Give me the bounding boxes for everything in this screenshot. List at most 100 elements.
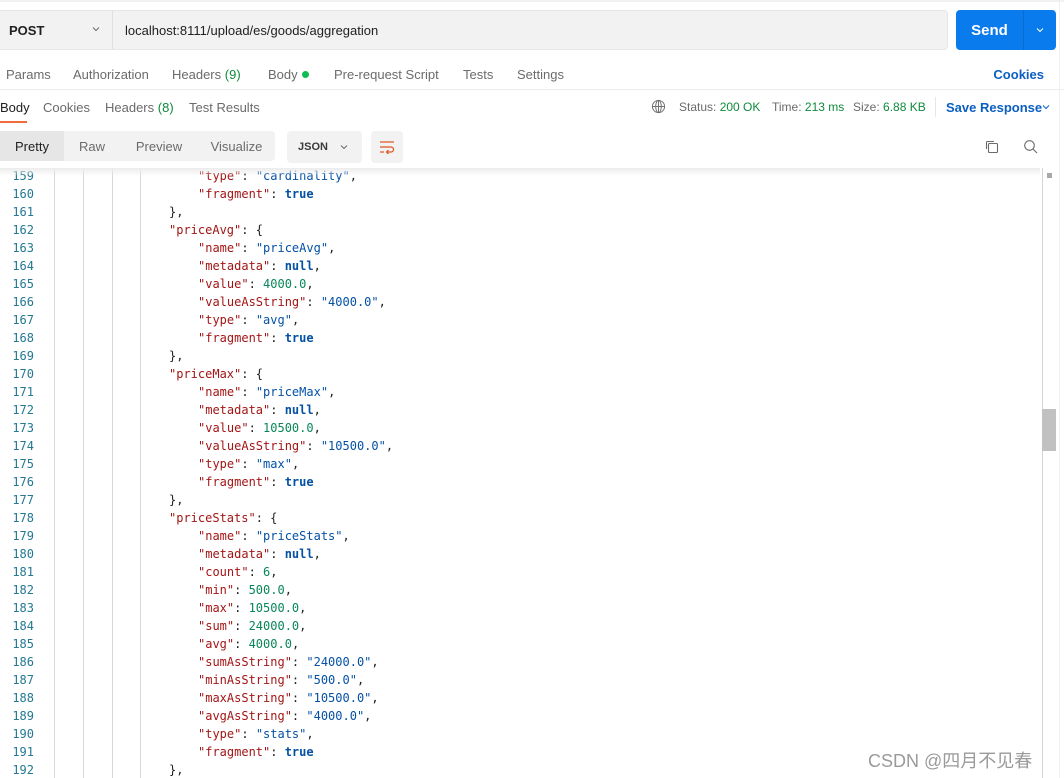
- code-token: :: [291, 709, 307, 723]
- tab-pre-request-script[interactable]: Pre-request Script: [334, 67, 439, 82]
- window-top-border: [0, 0, 1064, 2]
- code-line: 165 "value": 4000.0,: [0, 275, 1040, 293]
- code-line: 164 "metadata": null,: [0, 257, 1040, 275]
- code-line: 185 "avg": 4000.0,: [0, 635, 1040, 653]
- code-token: 10500.0: [248, 601, 300, 615]
- code-token: : {: [255, 511, 278, 525]
- code-token: :: [270, 403, 285, 417]
- code-text: "count": 6,: [198, 563, 278, 581]
- code-token: "stats": [255, 727, 307, 741]
- word-wrap-button[interactable]: [371, 131, 403, 163]
- code-token: ,: [313, 403, 321, 417]
- send-button[interactable]: Send: [956, 22, 1023, 39]
- code-token: ,: [356, 673, 365, 687]
- code-token: },: [169, 763, 184, 777]
- code-line: 172 "metadata": null,: [0, 401, 1040, 419]
- code-line: 188 "maxAsString": "10500.0",: [0, 689, 1040, 707]
- copy-icon[interactable]: [983, 138, 1001, 156]
- code-token: "metadata": [198, 259, 271, 273]
- tab-body[interactable]: Body: [268, 67, 309, 82]
- code-token: true: [284, 745, 314, 759]
- size-readout[interactable]: Size: 6.88 KB: [853, 100, 926, 114]
- time-readout[interactable]: Time: 213 ms: [772, 100, 844, 114]
- code-token: ,: [299, 619, 307, 633]
- code-line: 187 "minAsString": "500.0",: [0, 671, 1040, 689]
- code-token: 4000.0: [263, 277, 307, 291]
- code-token: "4000.0": [306, 709, 365, 723]
- code-line: 176 "fragment": true: [0, 473, 1040, 491]
- view-raw-button[interactable]: Raw: [64, 131, 120, 161]
- code-text: },: [169, 347, 183, 365]
- line-number: 163: [12, 241, 34, 255]
- response-headers-count: (8): [157, 100, 174, 115]
- code-token: :: [234, 601, 249, 615]
- code-line: 169},: [0, 347, 1040, 365]
- request-tabs: Params Authorization Headers (9) Body Pr…: [0, 60, 1064, 90]
- code-text: "avgAsString": "4000.0",: [198, 707, 371, 725]
- method-label: POST: [9, 22, 45, 38]
- method-select[interactable]: POST: [0, 11, 113, 49]
- response-tab-headers[interactable]: Headers (8): [105, 100, 174, 115]
- view-preview-button[interactable]: Preview: [120, 131, 198, 161]
- code-token: :: [270, 331, 285, 345]
- save-response-button[interactable]: Save Response: [946, 100, 1042, 115]
- line-number: 181: [12, 565, 34, 579]
- format-select[interactable]: JSON: [287, 131, 362, 163]
- response-tab-body[interactable]: Body: [0, 100, 30, 115]
- send-options-button[interactable]: [1024, 10, 1056, 50]
- editor-scrollbar[interactable]: [1042, 168, 1056, 778]
- code-token: :: [241, 727, 256, 741]
- body-indicator-dot: [301, 71, 309, 78]
- code-token: : {: [241, 367, 263, 381]
- tab-settings[interactable]: Settings: [517, 67, 564, 82]
- code-token: "minAsString": [198, 673, 292, 687]
- code-text: "fragment": true: [198, 743, 314, 761]
- code-token: },: [169, 493, 184, 507]
- view-visualize-button[interactable]: Visualize: [198, 131, 275, 161]
- code-line: 167 "type": "avg",: [0, 311, 1040, 329]
- code-token: ,: [291, 457, 300, 471]
- code-token: ,: [291, 313, 300, 327]
- chevron-down-icon[interactable]: [1040, 101, 1052, 113]
- code-line: 186 "sumAsString": "24000.0",: [0, 653, 1040, 671]
- code-line: 162 "priceAvg": {: [0, 221, 1040, 239]
- tab-tests[interactable]: Tests: [463, 67, 493, 82]
- view-pretty-button[interactable]: Pretty: [0, 131, 64, 161]
- time-label: Time:: [772, 100, 802, 114]
- line-number: 189: [12, 709, 34, 723]
- tab-params[interactable]: Params: [6, 67, 51, 82]
- code-token: },: [169, 349, 184, 363]
- tab-authorization[interactable]: Authorization: [73, 67, 149, 82]
- code-text: "sumAsString": "24000.0",: [198, 653, 379, 671]
- scrollbar-thumb[interactable]: [1042, 409, 1056, 451]
- code-line: 173 "value": 10500.0,: [0, 419, 1040, 437]
- code-text: "priceAvg": {: [169, 221, 263, 239]
- tab-headers-label: Headers: [172, 67, 222, 82]
- code-line: 161},: [0, 203, 1040, 221]
- search-icon[interactable]: [1022, 138, 1040, 156]
- cookies-link[interactable]: Cookies: [993, 67, 1044, 82]
- response-body-editor[interactable]: 159 "type": "cardinality", 160 "fragment": …: [0, 168, 1040, 778]
- code-token: :: [241, 241, 256, 255]
- code-text: "fragment": true: [198, 329, 314, 347]
- code-token: :: [234, 583, 249, 597]
- line-number: 180: [12, 547, 34, 561]
- editor-top-shadow: [0, 168, 1040, 176]
- code-token: null: [284, 547, 314, 561]
- code-line: 178 "priceStats": {: [0, 509, 1040, 527]
- line-number: 191: [12, 745, 34, 759]
- code-text: "metadata": null,: [198, 401, 321, 419]
- response-tab-test-results[interactable]: Test Results: [189, 100, 260, 115]
- globe-icon[interactable]: [651, 99, 666, 114]
- tab-headers[interactable]: Headers (9): [172, 67, 241, 82]
- status-readout[interactable]: Status: 200 OK: [679, 100, 760, 114]
- line-number: 174: [12, 439, 34, 453]
- code-text: "fragment": true: [198, 185, 314, 203]
- url-input[interactable]: localhost:8111/upload/es/goods/aggregati…: [113, 23, 378, 38]
- response-tab-cookies[interactable]: Cookies: [43, 100, 90, 115]
- code-token: ,: [364, 709, 372, 723]
- code-line: 184 "sum": 24000.0,: [0, 617, 1040, 635]
- code-token: ,: [306, 727, 314, 741]
- code-token: ,: [371, 655, 379, 669]
- line-number: 172: [12, 403, 34, 417]
